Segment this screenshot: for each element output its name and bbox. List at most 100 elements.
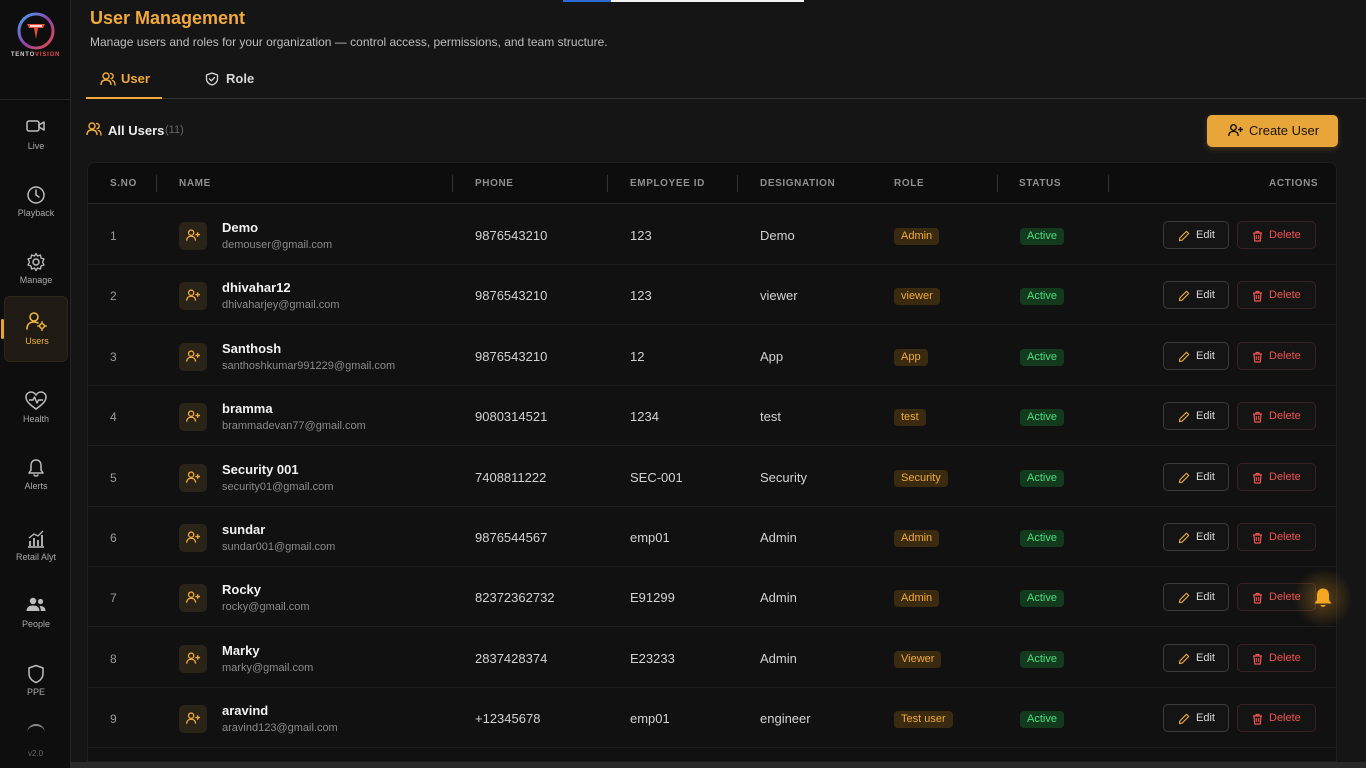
role-badge: App <box>894 348 928 366</box>
user-name: Rocky <box>222 582 262 598</box>
edit-button[interactable]: Edit <box>1163 704 1229 733</box>
column-divider <box>997 175 998 192</box>
floating-notification-bell-icon[interactable] <box>1312 587 1334 609</box>
sidebar-item-ppe[interactable]: PPE <box>4 648 68 714</box>
column-header-role: ROLE <box>894 178 925 189</box>
table-row[interactable]: 6 sundar sundar001@gmail.com 9876544567 … <box>88 507 1336 567</box>
sidebar-item-manage[interactable]: Manage <box>4 236 68 302</box>
column-divider <box>452 175 453 192</box>
table-row[interactable]: 5 Security 001 security01@gmail.com 7408… <box>88 447 1336 507</box>
delete-button[interactable]: Delete <box>1237 523 1316 551</box>
delete-label: Delete <box>1269 470 1301 483</box>
user-employee-id: E91299 <box>630 590 675 606</box>
edit-button[interactable]: Edit <box>1163 402 1229 431</box>
create-user-button[interactable]: Create User <box>1207 115 1338 147</box>
sidebar-item-label: Alerts <box>24 481 48 491</box>
avatar <box>179 524 207 552</box>
delete-button[interactable]: Delete <box>1237 221 1316 249</box>
edit-button[interactable]: Edit <box>1163 523 1229 551</box>
role-badge: test <box>894 409 926 427</box>
brand-name: TENTOVISION <box>10 52 61 58</box>
sidebar-item-retail-alyt[interactable]: Retail Alyt <box>4 513 68 579</box>
edit-button[interactable]: Edit <box>1163 462 1229 491</box>
delete-button[interactable]: Delete <box>1237 462 1316 491</box>
sidebar-item-people[interactable]: People <box>4 580 68 646</box>
row-sno: 1 <box>110 229 117 243</box>
sidebar-item-alerts[interactable]: Alerts <box>4 442 68 508</box>
sidebar-item-live[interactable]: Live <box>4 102 68 168</box>
delete-label: Delete <box>1269 410 1301 423</box>
user-employee-id: SEC-001 <box>630 469 683 485</box>
page-subtitle: Manage users and roles for your organiza… <box>90 35 608 49</box>
tab-bar: User Role <box>86 62 1366 99</box>
column-divider <box>607 175 608 192</box>
user-name: Marky <box>222 642 260 658</box>
user-employee-id: 12 <box>630 348 645 364</box>
people-icon <box>26 597 46 611</box>
status-badge: Active <box>1020 228 1064 245</box>
edit-label: Edit <box>1196 531 1215 543</box>
horizontal-scrollbar[interactable] <box>71 762 1366 768</box>
user-designation: engineer <box>760 711 811 727</box>
user-name: aravind <box>222 703 269 719</box>
delete-button[interactable]: Delete <box>1237 704 1316 733</box>
status-badge: Active <box>1020 288 1064 306</box>
table-row[interactable]: 3 Santhosh santhoshkumar991229@gmail.com… <box>88 326 1336 386</box>
sidebar-item-playback[interactable]: Playback <box>4 169 68 235</box>
edit-button[interactable]: Edit <box>1163 643 1229 672</box>
user-designation: App <box>760 348 784 364</box>
edit-button[interactable]: Edit <box>1163 221 1229 249</box>
sidebar-item-users[interactable]: Users <box>1 296 68 362</box>
status-badge: Active <box>1020 409 1064 427</box>
user-name: Security 001 <box>222 461 299 477</box>
table-row[interactable]: 8 Marky marky@gmail.com 2837428374 E2323… <box>88 628 1336 688</box>
user-email: marky@gmail.com <box>222 661 314 674</box>
user-plus-icon <box>186 471 200 483</box>
table-row[interactable]: 9 aravind aravind123@gmail.com +12345678… <box>88 688 1336 749</box>
column-header-actions: ACTIONS <box>1269 178 1319 189</box>
user-plus-icon <box>186 229 200 241</box>
user-phone: +12345678 <box>475 711 541 727</box>
sidebar: TENTOVISION Live Playback Manage Users H… <box>0 0 71 768</box>
users-table: S.NO NAME PHONE EMPLOYEE ID DESIGNATION … <box>87 162 1337 762</box>
table-row[interactable]: 7 Rocky rocky@gmail.com 82372362732 E912… <box>88 567 1336 628</box>
user-email: santhoshkumar991229@gmail.com <box>222 359 396 372</box>
role-badge: viewer <box>894 288 940 306</box>
edit-button[interactable]: Edit <box>1163 281 1229 310</box>
delete-button[interactable]: Delete <box>1237 341 1316 370</box>
tab-role[interactable]: Role <box>192 62 262 99</box>
pencil-icon <box>1178 351 1190 362</box>
sidebar-item-label: PPE <box>26 687 45 697</box>
table-header: S.NO NAME PHONE EMPLOYEE ID DESIGNATION … <box>88 163 1336 204</box>
user-employee-id: 123 <box>630 288 652 304</box>
brand-logo[interactable]: TENTOVISION <box>0 0 71 100</box>
tab-user[interactable]: User <box>86 62 162 99</box>
user-name: Demo <box>222 220 259 235</box>
more-icon[interactable] <box>27 724 45 734</box>
user-plus-icon <box>186 350 200 362</box>
table-row[interactable]: 4 bramma brammadevan77@gmail.com 9080314… <box>88 386 1336 447</box>
user-email: sundar001@gmail.com <box>222 541 336 553</box>
table-row[interactable]: 1 Demo demouser@gmail.com 9876543210 123… <box>88 205 1336 265</box>
delete-button[interactable]: Delete <box>1237 643 1316 672</box>
delete-button[interactable]: Delete <box>1237 402 1316 431</box>
sidebar-item-health[interactable]: Health <box>4 375 68 441</box>
user-employee-id: E23233 <box>630 650 675 666</box>
edit-button[interactable]: Edit <box>1163 341 1229 370</box>
avatar <box>179 463 207 492</box>
edit-button[interactable]: Edit <box>1163 583 1229 612</box>
users-icon <box>100 72 116 86</box>
bar-chart-icon <box>28 530 44 548</box>
avatar <box>179 705 207 734</box>
user-plus-icon <box>186 712 200 724</box>
delete-label: Delete <box>1269 349 1301 362</box>
table-row[interactable]: 2 dhivahar12 dhivaharjey@gmail.com 98765… <box>88 265 1336 326</box>
pencil-icon <box>1178 411 1190 423</box>
role-badge: Viewer <box>894 650 942 668</box>
edit-label: Edit <box>1196 229 1215 241</box>
sidebar-item-label: Health <box>22 414 49 424</box>
shield-check-icon <box>205 72 219 86</box>
delete-label: Delete <box>1269 651 1301 664</box>
user-count: (11) <box>165 124 184 136</box>
delete-button[interactable]: Delete <box>1237 281 1316 310</box>
